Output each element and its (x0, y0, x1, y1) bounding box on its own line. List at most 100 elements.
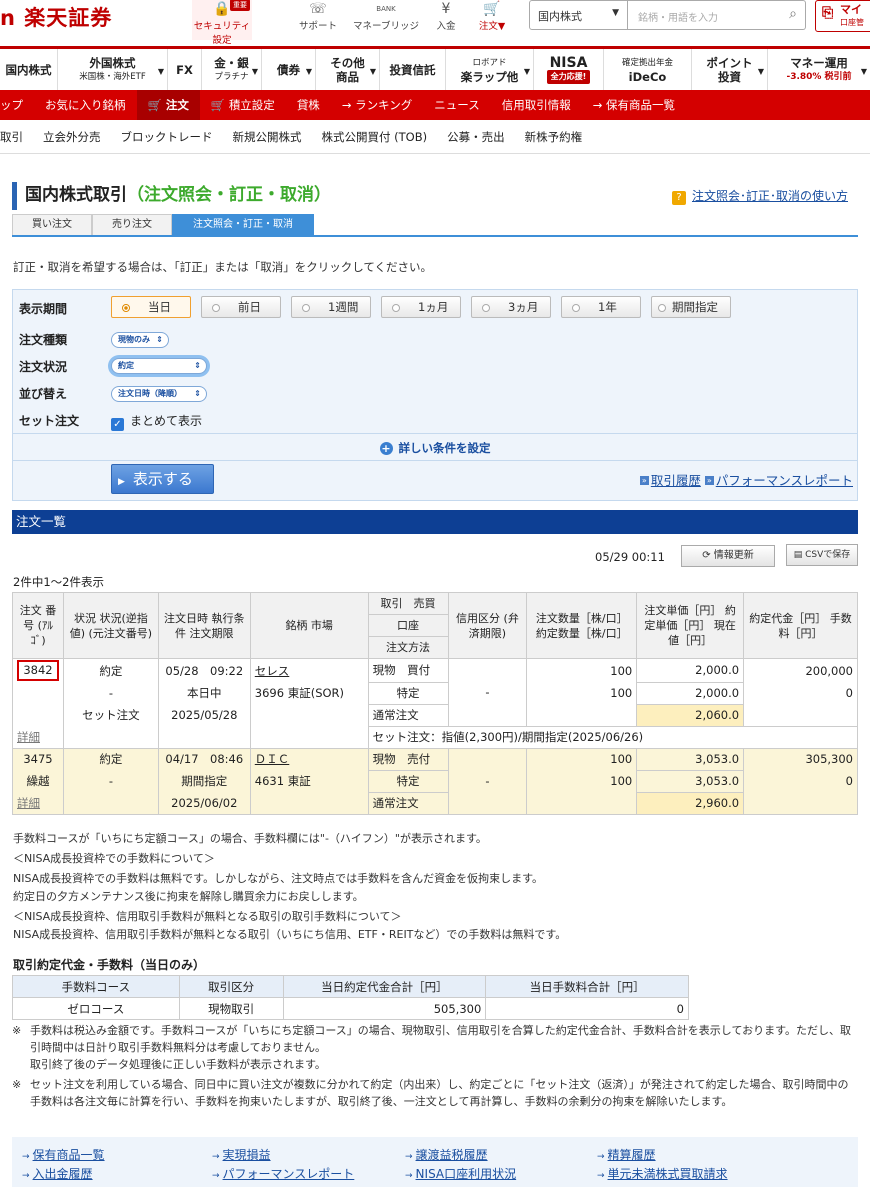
nav-reserve[interactable]: 🛒 積立設定 (200, 90, 286, 120)
subnav-ipo[interactable]: 新規公開株式 (223, 129, 312, 145)
link-settlement[interactable]: 精算履歴 (597, 1146, 656, 1163)
detail-link[interactable]: 詳細 (12, 726, 64, 749)
chevron-down-icon: ▼ (251, 67, 258, 76)
refresh-button[interactable]: ⟳ 情報更新 (681, 545, 775, 567)
fee-summary-title: 取引約定代金・手数料（当日のみ） (13, 958, 206, 972)
subnav-warrant[interactable]: 新株予約権 (515, 129, 593, 145)
nav-order[interactable]: 🛒 注文 (136, 90, 200, 120)
help-link[interactable]: ? 注文照会･訂正･取消の使い方 (671, 187, 848, 205)
tab-inquiry[interactable]: 注文照会・訂正・取消 (172, 214, 314, 235)
period-custom[interactable]: 期間指定 (651, 296, 731, 318)
show-button[interactable]: ▶ 表示する (111, 464, 214, 494)
radio-icon (122, 303, 130, 312)
bank-icon: BANK (376, 5, 396, 13)
security-settings-button[interactable]: 🔒 重要 セキュリティ設定 (192, 0, 252, 46)
sub-nav: 取引 立会外分売 ブロックトレード 新規公開株式 株式公開買付 (TOB) 公募… (0, 120, 870, 154)
account-icon: ⎘ (822, 5, 834, 21)
cat-fx[interactable]: FX (168, 49, 202, 90)
subnav-block[interactable]: ブロックトレード (111, 129, 223, 145)
nav-top[interactable]: ップ (0, 90, 34, 120)
rakuten-logo[interactable]: n 楽天証券 (0, 2, 112, 32)
cat-bond[interactable]: 債券 ▼ (262, 49, 316, 90)
nav-margin[interactable]: 信用取引情報 (491, 90, 582, 120)
refresh-icon: ⟳ (702, 550, 714, 561)
chevron-down-icon: ▼ (523, 67, 530, 76)
period-today[interactable]: 当日 (111, 296, 191, 318)
money-bridge-button[interactable]: BANK マネーブリッジ (350, 0, 422, 40)
search-input[interactable]: 銘柄・用語を入力 ⌕ (628, 0, 806, 30)
nav-ranking[interactable]: → ランキング (331, 90, 423, 120)
market-select[interactable]: 国内株式 ▼ (529, 0, 628, 30)
table-row: 詳細 2025/06/02 通常注文 2,960.0 (12, 791, 858, 815)
period-1year[interactable]: 1年 (561, 296, 641, 318)
cat-money[interactable]: マネー運用 -3.80% 税引前 ▼ (768, 49, 870, 90)
support-button[interactable]: ☏ サポート (288, 0, 348, 40)
table-row: 3842 約定 05/28 09:22 セレス 現物 買付 - 100 2,00… (12, 658, 858, 727)
advanced-filter-toggle[interactable]: + 詳しい条件を設定 (13, 433, 857, 461)
subnav-offfloor[interactable]: 立会外分売 (33, 129, 111, 145)
cat-point[interactable]: ポイント 投資 ▼ (692, 49, 768, 90)
link-odd-lot[interactable]: 単元未満株式買取請求 (597, 1165, 728, 1182)
period-yesterday[interactable]: 前日 (201, 296, 281, 318)
status-select[interactable]: 約定 ⇕ (111, 358, 207, 374)
period-1month[interactable]: 1ヵ月 (381, 296, 461, 318)
tab-buy[interactable]: 買い注文 (12, 214, 92, 235)
page-title: 国内株式取引（注文照会・訂正・取消） (12, 182, 331, 210)
double-arrow-icon: » (639, 476, 649, 485)
link-nisa-status[interactable]: NISA口座利用状況 (405, 1165, 517, 1182)
chevron-down-icon: ▼ (860, 67, 867, 76)
radio-icon (482, 303, 490, 312)
link-performance[interactable]: パフォーマンスレポート (212, 1165, 355, 1182)
cat-fund[interactable]: 投資信託 (380, 49, 446, 90)
chevron-down-icon: ▼ (369, 67, 376, 76)
cat-domestic-stock[interactable]: 国内株式 (0, 49, 58, 90)
subnav-po[interactable]: 公募・売出 (437, 129, 515, 145)
tab-sell[interactable]: 売り注文 (92, 214, 172, 235)
col-date: 注文日時 執行条件 注文期限 (157, 592, 251, 659)
set-order-label: セット注文 (19, 414, 80, 428)
col-account: 口座 (367, 614, 449, 637)
link-cash-history[interactable]: 入出金履歴 (22, 1165, 93, 1182)
link-holdings[interactable]: 保有商品一覧 (22, 1146, 105, 1163)
cat-nisa[interactable]: NISA 全力応援! (534, 49, 604, 90)
global-header: n 楽天証券 🔒 重要 セキュリティ設定 ☏ サポート BANK マネーブリッジ ¥ 入金… (0, 0, 870, 46)
col-credit: 信用区分 (弁済期限) (447, 592, 528, 659)
trade-history-link[interactable]: 取引履歴 (651, 473, 701, 488)
sort-select[interactable]: 注文日時（降順） ⇕ (111, 386, 207, 402)
cat-roboad[interactable]: ロボアド 楽ラップ他 ▼ (446, 49, 534, 90)
link-realized-pl[interactable]: 実現損益 (212, 1146, 271, 1163)
cat-gold[interactable]: 金・銀 プラチナ ▼ (202, 49, 262, 90)
nav-holdings[interactable]: → 保有商品一覧 (582, 90, 686, 120)
chevron-down-icon: ▼ (157, 67, 164, 76)
radio-icon (212, 303, 220, 312)
period-3month[interactable]: 3ヵ月 (471, 296, 551, 318)
cat-other[interactable]: その他 商品 ▼ (316, 49, 380, 90)
type-select[interactable]: 現物のみ ⇕ (111, 332, 169, 348)
set-order-checkbox[interactable]: ✓ まとめて表示 (111, 412, 202, 431)
nav-favorites[interactable]: お気に入り銘柄 (34, 90, 137, 120)
link-tax-history[interactable]: 譲渡益税履歴 (405, 1146, 488, 1163)
period-1week[interactable]: 1週間 (291, 296, 371, 318)
order-menu-button[interactable]: 🛒 注文▼ (462, 0, 522, 40)
radio-icon (302, 303, 310, 312)
nav-news[interactable]: ニュース (423, 90, 490, 120)
filter-panel: 表示期間 当日 前日 1週間 1ヵ月 3ヵ月 1年 期間指定 注文種類 現物のみ… (12, 289, 858, 501)
play-icon: ▶ (118, 477, 125, 487)
tab-underline (12, 235, 858, 237)
cat-foreign-stock[interactable]: 外国株式 米国株・海外ETF ▼ (58, 49, 168, 90)
subnav-trade[interactable]: 取引 (0, 129, 33, 145)
performance-report-link[interactable]: パフォーマンスレポート (716, 473, 853, 488)
search-icon[interactable]: ⌕ (789, 6, 797, 22)
stock-nav: ップ お気に入り銘柄 🛒 注文 🛒 積立設定 貸株 → ランキング ニュース 信… (0, 90, 870, 120)
subnav-tob[interactable]: 株式公開買付 (TOB) (312, 129, 438, 145)
col-stock: 銘柄 市場 (249, 592, 369, 659)
cat-ideco[interactable]: 確定拠出年金 iDeCo (604, 49, 692, 90)
stock-name-link[interactable]: セレス (249, 658, 369, 682)
filter-links: » 取引履歴» パフォーマンスレポート (630, 470, 853, 489)
detail-link[interactable]: 詳細 (12, 792, 64, 815)
my-account-button[interactable]: ⎘ マイ 口座管 (815, 0, 870, 32)
updown-icon: ⇕ (194, 389, 201, 398)
csv-button[interactable]: ▤ CSVで保存 (786, 544, 858, 566)
stock-name-link[interactable]: ＤＩＣ (249, 748, 369, 770)
nav-lending[interactable]: 貸株 (286, 90, 331, 120)
